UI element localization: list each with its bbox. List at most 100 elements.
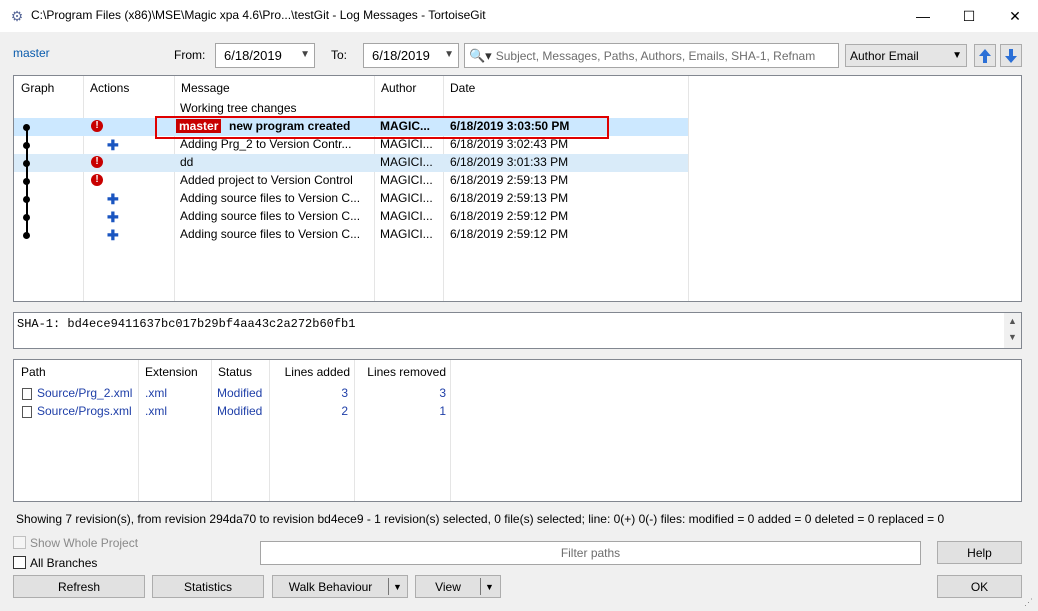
commit-author: MAGICI...: [380, 173, 433, 187]
commit-message: Adding Prg_2 to Version Contr...: [180, 137, 352, 151]
column-header-author[interactable]: Author: [374, 76, 443, 100]
working-tree-label: Working tree changes: [180, 101, 297, 115]
to-date-value: 6/18/2019: [372, 48, 430, 63]
commit-author: MAGICI...: [380, 137, 433, 151]
chevron-down-icon: ▼: [952, 50, 962, 61]
column-header-message[interactable]: Message: [174, 76, 374, 100]
commit-message: dd: [180, 155, 194, 169]
file-extension: .xml: [145, 404, 167, 418]
column-header-status[interactable]: Status: [211, 360, 269, 384]
graph-node: [23, 142, 30, 149]
column-header-lines-removed[interactable]: Lines removed: [354, 360, 450, 384]
chevron-down-icon: ▼: [444, 49, 454, 60]
chevron-down-icon[interactable]: ▼: [393, 582, 402, 592]
table-row[interactable]: Source/Progs.xml .xml Modified 2 1: [14, 403, 450, 421]
table-row[interactable]: ✚ Adding source files to Version C... MA…: [14, 226, 688, 244]
window-title: C:\Program Files (x86)\MSE\Magic xpa 4.6…: [31, 8, 486, 22]
search-input[interactable]: 🔍▾ Subject, Messages, Paths, Authors, Em…: [464, 43, 839, 68]
graph-node: [23, 160, 30, 167]
file-status: Modified: [217, 386, 263, 400]
from-date-value: 6/18/2019: [224, 48, 282, 63]
search-placeholder: Subject, Messages, Paths, Authors, Email…: [495, 48, 816, 63]
commit-message: Adding source files to Version C...: [180, 227, 361, 241]
from-date-picker[interactable]: 6/18/2019 ▼: [215, 43, 315, 68]
column-header-actions[interactable]: Actions: [83, 76, 174, 100]
help-button[interactable]: Help: [937, 541, 1022, 564]
walk-behaviour-button[interactable]: Walk Behaviour ▼: [272, 575, 408, 598]
ok-button[interactable]: OK: [937, 575, 1022, 598]
scroll-up-icon[interactable]: ▲: [1004, 316, 1021, 326]
graph-node: [23, 214, 30, 221]
to-date-picker[interactable]: 6/18/2019 ▼: [363, 43, 459, 68]
statistics-button[interactable]: Statistics: [152, 575, 264, 598]
file-extension: .xml: [145, 386, 167, 400]
maximize-button[interactable]: ☐: [946, 0, 992, 32]
commit-details[interactable]: SHA-1: bd4ece9411637bc017b29bf4aa43c2a27…: [13, 312, 1022, 349]
add-file-icon: ✚: [107, 227, 119, 243]
column-header-lines-added[interactable]: Lines added: [269, 360, 354, 384]
search-type-value: Author Email: [850, 48, 919, 63]
changed-files-list[interactable]: Path Extension Status Lines added Lines …: [13, 359, 1022, 502]
scroll-down-icon[interactable]: ▼: [1004, 332, 1021, 342]
column-divider: [688, 76, 689, 301]
table-row[interactable]: ✚ Adding source files to Version C... MA…: [14, 208, 688, 226]
file-path: Source/Prg_2.xml: [37, 386, 133, 400]
close-button[interactable]: ✕: [992, 0, 1038, 32]
view-button[interactable]: View ▼: [415, 575, 501, 598]
graph-node: [23, 196, 30, 203]
table-row[interactable]: ! Added project to Version Control MAGIC…: [14, 172, 688, 190]
commit-date: 6/18/2019 2:59:13 PM: [450, 191, 569, 205]
column-divider: [211, 360, 212, 501]
file-path: Source/Progs.xml: [37, 404, 132, 418]
commit-date: 6/18/2019 3:01:33 PM: [450, 155, 569, 169]
column-divider: [450, 360, 451, 501]
tortoisegit-app-icon: ⚙: [10, 8, 24, 24]
log-list[interactable]: Graph Actions Message Author Date Workin…: [13, 75, 1022, 302]
table-row[interactable]: ✚ Adding Prg_2 to Version Contr... MAGIC…: [14, 136, 688, 154]
column-divider: [269, 360, 270, 501]
search-type-select[interactable]: Author Email ▼: [845, 44, 967, 67]
column-header-path[interactable]: Path: [14, 360, 138, 384]
commit-date: 6/18/2019 2:59:12 PM: [450, 227, 569, 241]
file-lines-removed: 1: [439, 404, 446, 418]
file-icon: [22, 388, 32, 400]
table-row[interactable]: ! dd MAGICI... 6/18/2019 3:01:33 PM: [14, 154, 688, 172]
walk-behaviour-label: Walk Behaviour: [288, 579, 373, 594]
table-row[interactable]: ✚ Adding source files to Version C... MA…: [14, 190, 688, 208]
commit-author: MAGICI...: [380, 209, 433, 223]
commit-message: Added project to Version Control: [180, 173, 353, 187]
next-match-button[interactable]: [1000, 44, 1022, 67]
chevron-down-icon[interactable]: ▼: [485, 582, 494, 592]
refresh-button[interactable]: Refresh: [13, 575, 145, 598]
show-whole-project-checkbox: [13, 536, 26, 549]
error-icon: !: [91, 156, 103, 168]
file-lines-removed: 3: [439, 386, 446, 400]
column-header-extension[interactable]: Extension: [138, 360, 211, 384]
add-file-icon: ✚: [107, 191, 119, 207]
branch-link[interactable]: master: [13, 46, 50, 60]
previous-match-button[interactable]: [974, 44, 996, 67]
details-scrollbar[interactable]: ▲ ▼: [1004, 313, 1021, 348]
commit-date: 6/18/2019 3:02:43 PM: [450, 137, 569, 151]
filter-paths-input[interactable]: Filter paths: [260, 541, 921, 565]
column-header-date[interactable]: Date: [443, 76, 688, 100]
commit-date: 6/18/2019 2:59:12 PM: [450, 209, 569, 223]
table-row[interactable]: Source/Prg_2.xml .xml Modified 3 3: [14, 385, 450, 403]
to-label: To:: [331, 48, 348, 62]
split-divider: [388, 578, 389, 595]
search-icon[interactable]: 🔍▾: [469, 48, 492, 64]
all-branches-checkbox[interactable]: [13, 556, 26, 569]
minimize-button[interactable]: —: [900, 0, 946, 32]
title-bar: ⚙ C:\Program Files (x86)\MSE\Magic xpa 4…: [0, 0, 1038, 32]
file-lines-added: 2: [341, 404, 348, 418]
commit-author: MAGICI...: [380, 191, 433, 205]
add-file-icon: ✚: [107, 137, 119, 153]
view-label: View: [435, 579, 461, 594]
all-branches-label[interactable]: All Branches: [30, 556, 97, 570]
error-icon: !: [91, 174, 103, 186]
column-header-graph[interactable]: Graph: [14, 76, 84, 100]
resize-grip-icon[interactable]: ⋰: [1024, 597, 1033, 608]
commit-author: MAGICI...: [380, 227, 433, 241]
column-divider: [138, 360, 139, 501]
split-divider: [480, 578, 481, 595]
